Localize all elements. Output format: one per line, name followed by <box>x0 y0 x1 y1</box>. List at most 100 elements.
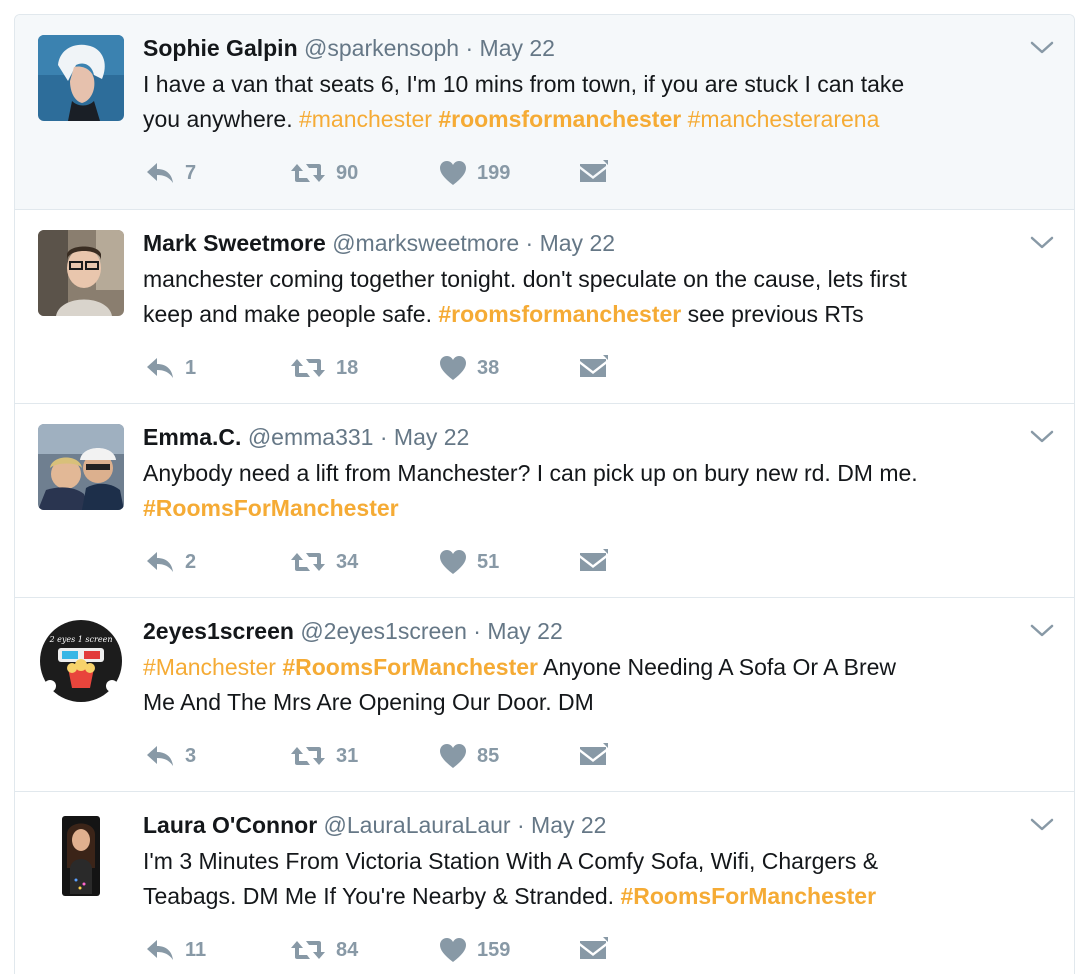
tweet-header: Sophie Galpin @sparkensoph · May 22 <box>143 33 555 63</box>
hashtag-link[interactable]: #Manchester <box>143 654 276 680</box>
retweet-button[interactable]: 18 <box>290 353 358 383</box>
tweet-text-line: Anyone Needing A Sofa Or A Brew <box>537 654 897 680</box>
chevron-down-icon[interactable] <box>1030 37 1054 57</box>
tweet-text-line: Anybody need a lift from Manchester? I c… <box>143 460 918 486</box>
like-button[interactable]: 38 <box>439 353 499 383</box>
direct-message-button[interactable] <box>578 353 608 383</box>
tweet[interactable]: Laura O'Connor @LauraLauraLaur · May 22 … <box>15 792 1074 974</box>
tweet-text: I'm 3 Minutes From Victoria Station With… <box>143 844 1023 914</box>
tweet-text: Anybody need a lift from Manchester? I c… <box>143 456 1023 526</box>
tweet[interactable]: 2 eyes 1 screen 2eyes1screen @2eyes1scre… <box>15 598 1074 792</box>
reply-count: 3 <box>185 744 197 767</box>
username[interactable]: @LauraLauraLaur <box>324 812 511 838</box>
retweet-button[interactable]: 90 <box>290 158 358 188</box>
direct-message-button[interactable] <box>578 935 608 965</box>
retweet-icon <box>290 161 326 185</box>
direct-message-button[interactable] <box>578 741 608 771</box>
display-name[interactable]: Sophie Galpin <box>143 35 298 61</box>
chevron-down-icon[interactable] <box>1030 814 1054 834</box>
username[interactable]: @emma331 <box>248 424 374 450</box>
like-count: 85 <box>477 744 500 767</box>
avatar-logo-text: 2 eyes 1 screen <box>49 635 113 644</box>
chevron-down-icon[interactable] <box>1030 620 1054 640</box>
tweet-actions: 2 34 51 <box>145 547 645 577</box>
retweet-icon <box>290 938 326 962</box>
retweet-count: 31 <box>336 744 359 767</box>
chevron-down-icon[interactable] <box>1030 426 1054 446</box>
tweet-text-line: I have a van that seats 6, I'm 10 mins f… <box>143 71 905 97</box>
hashtag-link[interactable]: #manchester <box>299 106 432 132</box>
tweet[interactable]: Mark Sweetmore @marksweetmore · May 22 m… <box>15 210 1074 404</box>
avatar[interactable] <box>38 812 124 898</box>
username[interactable]: @sparkensoph <box>304 35 459 61</box>
like-count: 38 <box>477 356 500 379</box>
hashtag-link[interactable]: #RoomsForManchester <box>143 495 399 521</box>
hashtag-link[interactable]: #RoomsForManchester <box>282 654 538 680</box>
timeline: Sophie Galpin @sparkensoph · May 22 I ha… <box>14 14 1075 974</box>
timestamp[interactable]: May 22 <box>540 230 615 256</box>
display-name[interactable]: Laura O'Connor <box>143 812 317 838</box>
tweet-text-line: you anywhere. <box>143 106 299 132</box>
tweet-actions: 3 31 85 <box>145 741 645 771</box>
retweet-button[interactable]: 84 <box>290 935 358 965</box>
like-button[interactable]: 85 <box>439 741 499 771</box>
reply-button[interactable]: 1 <box>145 353 196 383</box>
username[interactable]: @2eyes1screen <box>300 618 467 644</box>
display-name[interactable]: 2eyes1screen <box>143 618 294 644</box>
like-button[interactable]: 159 <box>439 935 510 965</box>
tweet-text: #Manchester #RoomsForManchester Anyone N… <box>143 650 1023 720</box>
hashtag-link[interactable]: #roomsformanchester <box>438 301 681 327</box>
retweet-button[interactable]: 34 <box>290 547 358 577</box>
heart-icon <box>439 937 467 963</box>
tweet[interactable]: Sophie Galpin @sparkensoph · May 22 I ha… <box>15 15 1074 210</box>
reply-button[interactable]: 7 <box>145 158 196 188</box>
avatar[interactable]: 2 eyes 1 screen <box>38 618 124 704</box>
reply-count: 7 <box>185 161 197 184</box>
username[interactable]: @marksweetmore <box>332 230 519 256</box>
heart-icon <box>439 160 467 186</box>
heart-icon <box>439 549 467 575</box>
tweet-actions: 11 84 159 <box>145 935 645 965</box>
like-button[interactable]: 51 <box>439 547 499 577</box>
reply-icon <box>145 356 175 380</box>
direct-message-button[interactable] <box>578 158 608 188</box>
reply-button[interactable]: 3 <box>145 741 196 771</box>
hashtag-link[interactable]: #RoomsForManchester <box>620 883 876 909</box>
timestamp[interactable]: May 22 <box>480 35 555 61</box>
direct-message-button[interactable] <box>578 547 608 577</box>
avatar[interactable] <box>38 230 124 316</box>
separator: · <box>516 812 525 838</box>
timestamp[interactable]: May 22 <box>531 812 606 838</box>
tweet[interactable]: Emma.C. @emma331 · May 22 Anybody need a… <box>15 404 1074 598</box>
reply-icon <box>145 938 175 962</box>
tweet-text: I have a van that seats 6, I'm 10 mins f… <box>143 67 1023 137</box>
like-button[interactable]: 199 <box>439 158 510 188</box>
heart-icon <box>439 355 467 381</box>
retweet-button[interactable]: 31 <box>290 741 358 771</box>
reply-button[interactable]: 11 <box>145 935 206 965</box>
reply-count: 1 <box>185 356 197 379</box>
tweet-text-line: see previous RTs <box>681 301 864 327</box>
timestamp[interactable]: May 22 <box>394 424 469 450</box>
tweet-text: manchester coming together tonight. don'… <box>143 262 1023 332</box>
tweet-text-line: Teabags. DM Me If You're Nearby & Strand… <box>143 883 621 909</box>
reply-icon <box>145 744 175 768</box>
envelope-icon <box>578 549 608 575</box>
avatar[interactable] <box>38 424 124 510</box>
display-name[interactable]: Emma.C. <box>143 424 241 450</box>
reply-button[interactable]: 2 <box>145 547 196 577</box>
tweet-text-line: keep and make people safe. <box>143 301 439 327</box>
tweet-actions: 1 18 38 <box>145 353 645 383</box>
separator: · <box>465 35 474 61</box>
display-name[interactable]: Mark Sweetmore <box>143 230 326 256</box>
heart-icon <box>439 743 467 769</box>
hashtag-link[interactable]: #roomsformanchester <box>438 106 681 132</box>
avatar[interactable] <box>38 35 124 121</box>
chevron-down-icon[interactable] <box>1030 232 1054 252</box>
retweet-count: 84 <box>336 938 359 961</box>
timestamp[interactable]: May 22 <box>487 618 562 644</box>
reply-count: 11 <box>185 938 207 961</box>
separator: · <box>525 230 534 256</box>
envelope-icon <box>578 160 608 186</box>
hashtag-link[interactable]: #manchesterarena <box>688 106 880 132</box>
